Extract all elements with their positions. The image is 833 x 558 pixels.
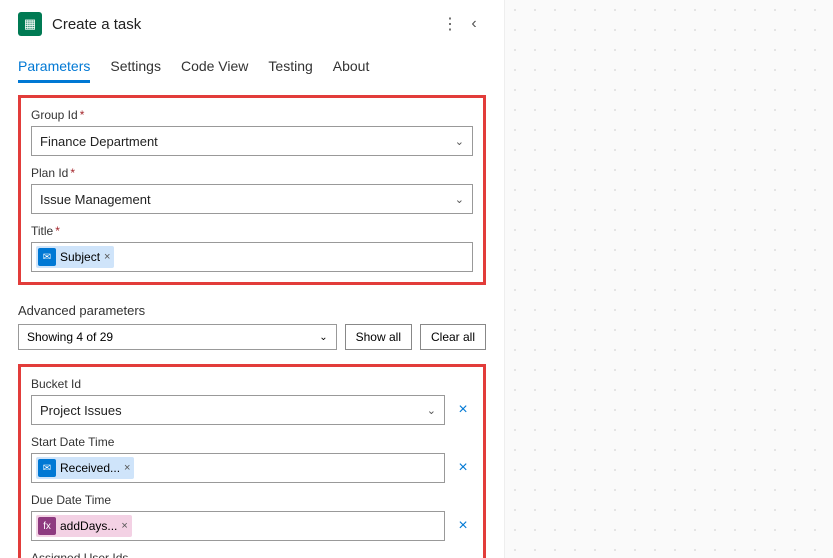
bucket-id-label: Bucket Id: [31, 377, 473, 391]
remove-field-icon[interactable]: ×: [453, 459, 473, 477]
due-date-label: Due Date Time: [31, 493, 473, 507]
plan-id-select[interactable]: Issue Management⌄: [31, 184, 473, 214]
bucket-id-select[interactable]: Project Issues⌄: [31, 395, 445, 425]
remove-token-icon[interactable]: ×: [121, 520, 127, 532]
tab-settings[interactable]: Settings: [110, 52, 161, 82]
remove-field-icon[interactable]: ×: [453, 401, 473, 419]
tab-codeview[interactable]: Code View: [181, 52, 248, 82]
required-fields-group: Group Id* Finance Department⌄ Plan Id* I…: [18, 95, 486, 285]
group-id-label: Group Id*: [31, 108, 473, 122]
form-area: Group Id* Finance Department⌄ Plan Id* I…: [0, 83, 504, 558]
assigned-label: Assigned User Ids: [31, 551, 473, 558]
remove-token-icon[interactable]: ×: [124, 462, 130, 474]
advanced-fields-group: Bucket Id Project Issues⌄ × Start Date T…: [18, 364, 486, 558]
start-date-label: Start Date Time: [31, 435, 473, 449]
fx-icon: fx: [38, 517, 56, 535]
group-id-select[interactable]: Finance Department⌄: [31, 126, 473, 156]
flow-canvas[interactable]: ✉ When a new email arrives (V3) ⟳ + ⇄ Co…: [505, 0, 833, 558]
advanced-label: Advanced parameters: [18, 303, 486, 318]
chevron-down-icon: ⌄: [455, 135, 464, 148]
remove-token-icon[interactable]: ×: [104, 251, 110, 263]
start-date-token[interactable]: ✉ Received... ×: [36, 457, 134, 479]
collapse-icon[interactable]: ‹: [462, 15, 486, 33]
tab-parameters[interactable]: Parameters: [18, 52, 90, 82]
due-date-token[interactable]: fx addDays... ×: [36, 515, 132, 537]
outlook-icon: ✉: [38, 248, 56, 266]
panel-header: ▦ Create a task ⋮ ‹: [0, 0, 504, 44]
title-label: Title*: [31, 224, 473, 238]
title-token[interactable]: ✉ Subject ×: [36, 246, 114, 268]
panel-title: Create a task: [52, 16, 438, 33]
outlook-icon: ✉: [38, 459, 56, 477]
more-icon[interactable]: ⋮: [438, 14, 462, 34]
chevron-down-icon: ⌄: [455, 193, 464, 206]
chevron-down-icon: ⌄: [319, 332, 327, 343]
clear-all-button[interactable]: Clear all: [420, 324, 486, 350]
title-input[interactable]: ✉ Subject ×: [31, 242, 473, 272]
show-all-button[interactable]: Show all: [345, 324, 412, 350]
chevron-down-icon: ⌄: [427, 404, 436, 417]
planner-icon: ▦: [18, 12, 42, 36]
advanced-summary-select[interactable]: Showing 4 of 29⌄: [18, 324, 337, 350]
tab-about[interactable]: About: [333, 52, 370, 82]
remove-field-icon[interactable]: ×: [453, 517, 473, 535]
tab-testing[interactable]: Testing: [268, 52, 312, 82]
plan-id-label: Plan Id*: [31, 166, 473, 180]
start-date-input[interactable]: ✉ Received... ×: [31, 453, 445, 483]
config-panel: ▦ Create a task ⋮ ‹ Parameters Settings …: [0, 0, 505, 558]
due-date-input[interactable]: fx addDays... ×: [31, 511, 445, 541]
tab-bar: Parameters Settings Code View Testing Ab…: [0, 44, 504, 83]
